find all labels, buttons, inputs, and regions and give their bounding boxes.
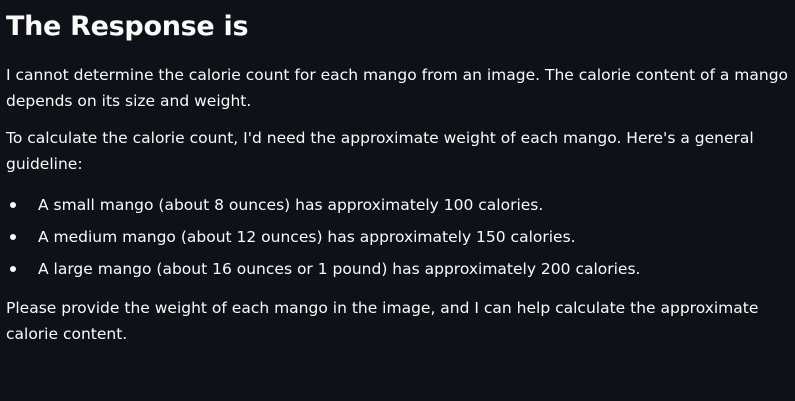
list-item-text: A small mango (about 8 ounces) has appro… <box>38 196 544 214</box>
response-heading: The Response is <box>6 11 249 42</box>
calorie-guideline-list: A small mango (about 8 ounces) has appro… <box>6 189 789 285</box>
bullet-icon <box>10 266 16 272</box>
list-item: A large mango (about 16 ounces or 1 poun… <box>6 253 789 285</box>
bullet-icon <box>10 234 16 240</box>
bullet-icon <box>10 202 16 208</box>
list-item-text: A medium mango (about 12 ounces) has app… <box>38 228 576 246</box>
intro-paragraph: I cannot determine the calorie count for… <box>6 66 789 110</box>
closing-paragraph: Please provide the weight of each mango … <box>6 299 759 343</box>
list-item: A small mango (about 8 ounces) has appro… <box>6 189 789 221</box>
list-item: A medium mango (about 12 ounces) has app… <box>6 221 789 253</box>
guideline-paragraph: To calculate the calorie count, I'd need… <box>6 129 754 173</box>
response-container: The Response is I cannot determine the c… <box>0 0 795 401</box>
list-item-text: A large mango (about 16 ounces or 1 poun… <box>38 260 641 278</box>
